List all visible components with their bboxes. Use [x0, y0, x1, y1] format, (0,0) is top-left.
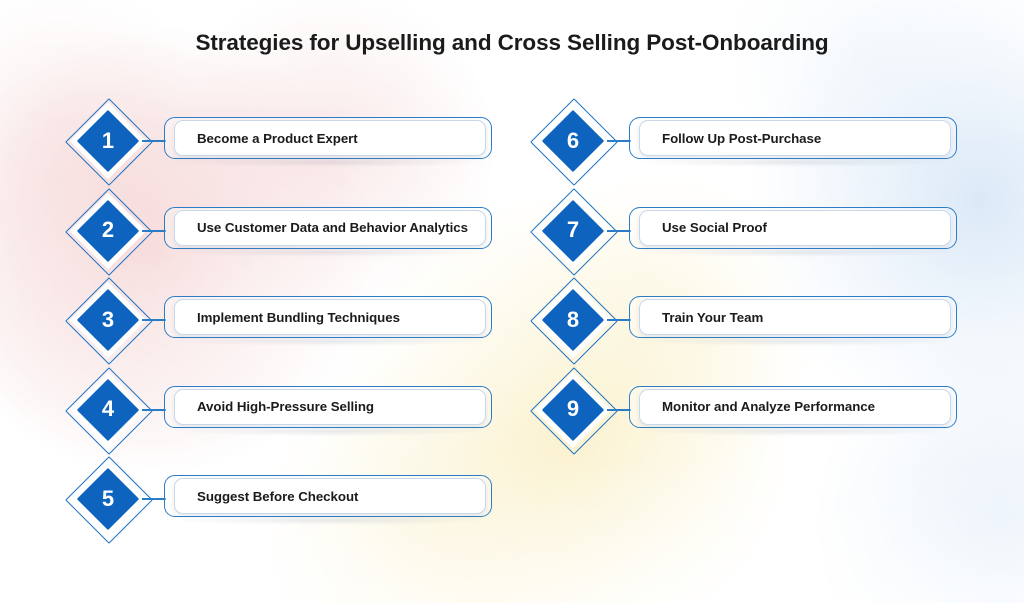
step-connector-line	[142, 140, 166, 142]
card-drop-shadow	[176, 426, 488, 436]
page-title: Strategies for Upselling and Cross Selli…	[195, 30, 829, 55]
card-drop-shadow	[641, 158, 953, 167]
step-label: Become a Product Expert	[197, 130, 358, 146]
step-label: Use Customer Data and Behavior Analytics	[197, 220, 468, 235]
step-number-diamond: 1	[65, 98, 153, 186]
step-connector-line	[607, 140, 631, 142]
step-connector-line	[142, 408, 166, 411]
step-card[interactable]: Use Customer Data and Behavior Analytics	[174, 209, 486, 246]
step-label: Train Your Team	[662, 309, 764, 325]
step-number-diamond: 4	[65, 366, 153, 455]
step-label: Implement Bundling Techniques	[197, 309, 400, 325]
step-number: 3	[101, 306, 115, 332]
step-label: Follow Up Post-Purchase	[662, 130, 822, 146]
step-number: 4	[101, 396, 115, 421]
step-number-diamond: 6	[530, 98, 618, 186]
step-item: 2 Use Customer Data and Behavior Analytic…	[65, 186, 492, 276]
step-number: 7	[566, 217, 580, 242]
step-label: Monitor and Analyze Performance	[662, 399, 875, 414]
step-connector-line	[607, 229, 631, 232]
card-drop-shadow	[176, 337, 488, 346]
card-drop-shadow	[641, 426, 953, 436]
step-item: 4 Avoid High-Pressure Selling	[65, 365, 492, 455]
step-card[interactable]: Use Social Proof	[639, 209, 951, 246]
step-connector-line	[142, 229, 166, 232]
step-number: 5	[101, 485, 115, 511]
step-item: 9 Monitor and Analyze Performance	[530, 365, 957, 455]
card-drop-shadow	[641, 337, 953, 346]
step-item: 8 Train Your Team	[530, 275, 957, 365]
step-card[interactable]: Suggest Before Checkout	[174, 478, 486, 514]
step-number: 9	[566, 396, 580, 421]
step-number-diamond: 8	[530, 277, 618, 365]
card-drop-shadow	[641, 247, 953, 257]
infographic-canvas: Strategies for Upselling and Cross Selli…	[0, 0, 1024, 603]
card-drop-shadow	[176, 247, 488, 257]
step-number: 6	[566, 127, 580, 153]
step-number-diamond: 3	[65, 277, 153, 365]
step-connector-line	[607, 319, 631, 321]
step-number: 1	[101, 127, 115, 153]
step-number-diamond: 9	[530, 366, 618, 455]
step-item: 5 Suggest Before Checkout	[65, 454, 492, 544]
step-item: 1 Become a Product Expert	[65, 96, 492, 186]
step-connector-line	[142, 498, 166, 500]
step-item: 3 Implement Bundling Techniques	[65, 275, 492, 365]
step-card[interactable]: Become a Product Expert	[174, 120, 486, 156]
step-number: 8	[566, 306, 580, 332]
card-drop-shadow	[176, 158, 488, 167]
step-number: 2	[101, 217, 115, 242]
step-card[interactable]: Follow Up Post-Purchase	[639, 120, 951, 156]
step-number-diamond: 2	[65, 187, 153, 276]
step-item: 7 Use Social Proof	[530, 186, 957, 276]
step-item: 6 Follow Up Post-Purchase	[530, 96, 957, 186]
step-label: Use Social Proof	[662, 220, 767, 235]
step-card[interactable]: Implement Bundling Techniques	[174, 299, 486, 335]
step-number-diamond: 5	[65, 456, 153, 544]
step-card[interactable]: Monitor and Analyze Performance	[639, 388, 951, 425]
step-connector-line	[607, 408, 631, 411]
card-drop-shadow	[176, 516, 488, 525]
step-card[interactable]: Avoid High-Pressure Selling	[174, 388, 486, 425]
step-label: Suggest Before Checkout	[197, 488, 359, 504]
step-card[interactable]: Train Your Team	[639, 299, 951, 335]
step-number-diamond: 7	[530, 187, 618, 276]
step-connector-line	[142, 319, 166, 321]
step-label: Avoid High-Pressure Selling	[197, 399, 374, 414]
